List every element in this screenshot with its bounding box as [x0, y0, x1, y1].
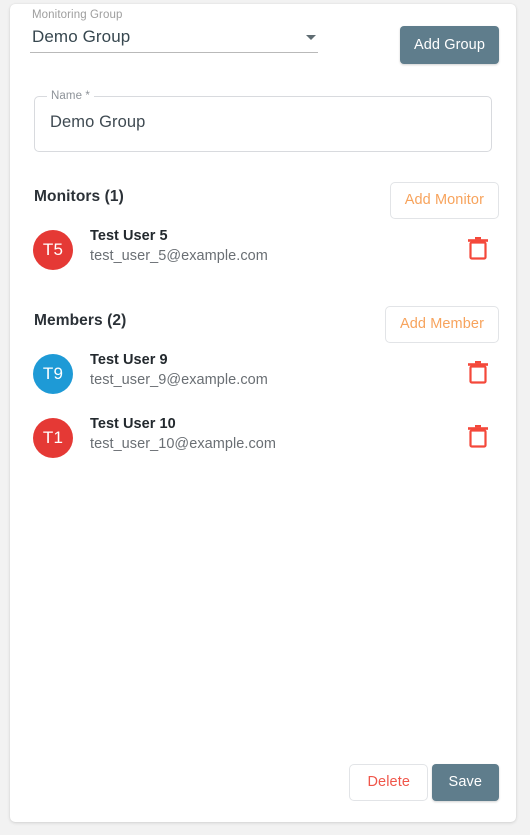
monitor-list-item[interactable]: T5 Test User 5 test_user_5@example.com — [10, 226, 516, 278]
delete-member-button[interactable] — [466, 360, 490, 386]
add-member-button[interactable]: Add Member — [384, 306, 499, 343]
member-name: Test User 10 — [90, 416, 176, 432]
members-section-header: Members (2) Add Member — [10, 306, 516, 343]
members-section-title: Members (2) — [34, 312, 127, 329]
member-name: Test User 9 — [90, 352, 168, 368]
trash-icon — [468, 237, 488, 260]
monitors-section-header: Monitors (1) Add Monitor — [10, 182, 516, 219]
add-group-button[interactable]: Add Group — [399, 26, 499, 64]
monitoring-group-control[interactable]: Demo Group — [30, 25, 318, 53]
member-email: test_user_10@example.com — [90, 436, 276, 452]
trash-icon — [468, 361, 488, 384]
member-email: test_user_9@example.com — [90, 372, 268, 388]
avatar: T5 — [33, 230, 73, 270]
chevron-down-icon[interactable] — [306, 35, 316, 40]
monitoring-group-label: Monitoring Group — [32, 9, 123, 21]
delete-member-button[interactable] — [466, 424, 490, 450]
monitor-email: test_user_5@example.com — [90, 248, 268, 264]
monitoring-group-card: Monitoring Group Demo Group Add Group Na… — [10, 4, 516, 822]
name-field-label: Name * — [47, 90, 94, 103]
form-actions: Delete Save — [10, 764, 516, 806]
member-list-item[interactable]: T9 Test User 9 test_user_9@example.com — [10, 350, 516, 402]
monitor-name: Test User 5 — [90, 228, 168, 244]
monitoring-group-value: Demo Group — [32, 27, 131, 46]
monitoring-group-select[interactable]: Monitoring Group Demo Group — [30, 8, 318, 53]
delete-monitor-button[interactable] — [466, 236, 490, 262]
delete-button[interactable]: Delete — [349, 764, 428, 801]
avatar: T1 — [33, 418, 73, 458]
name-field-value: Demo Group — [50, 113, 146, 131]
trash-icon — [468, 425, 488, 448]
group-selector-row: Monitoring Group Demo Group Add Group — [10, 4, 516, 76]
add-monitor-button[interactable]: Add Monitor — [389, 182, 499, 219]
save-button[interactable]: Save — [431, 764, 499, 801]
avatar: T9 — [33, 354, 73, 394]
member-list-item[interactable]: T1 Test User 10 test_user_10@example.com — [10, 414, 516, 466]
name-field[interactable]: Name * Demo Group — [34, 90, 492, 152]
monitors-section-title: Monitors (1) — [34, 188, 124, 205]
